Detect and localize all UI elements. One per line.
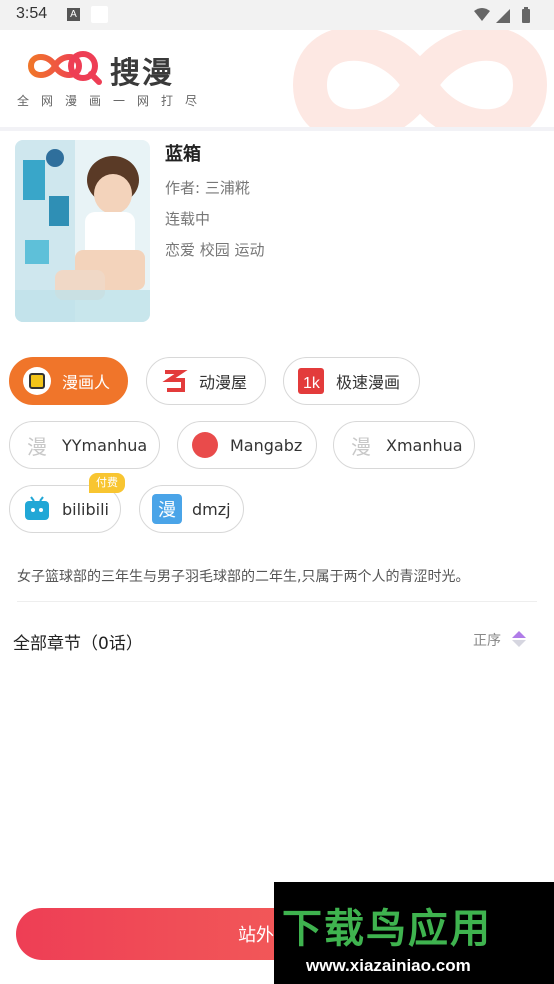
watermark-url: www.xiazainiao.com <box>306 956 471 975</box>
notification-icon: A <box>67 8 80 21</box>
bilibili-icon <box>22 494 52 524</box>
source-dongmanwu[interactable]: 动漫屋 <box>146 357 266 405</box>
comic-tags: 恋爱 校园 运动 <box>165 241 265 259</box>
source-label: Mangabz <box>230 435 303 455</box>
source-mangabz[interactable]: Mangabz <box>177 421 317 469</box>
comic-author: 作者: 三浦糀 <box>165 179 250 197</box>
source-label: 极速漫画 <box>336 373 401 392</box>
chapters-title: 全部章节（0话） <box>13 634 143 654</box>
app-name: 搜漫 <box>110 56 174 91</box>
manhua-char-icon: 漫 <box>27 434 47 459</box>
watermark-text: 下载鸟应用 <box>282 906 492 952</box>
watermark: 下载鸟应用 www.xiazainiao.com <box>274 882 554 984</box>
external-read-label: 站外 <box>238 925 274 946</box>
system-status-icons <box>474 7 530 23</box>
status-time: 3:54 <box>16 5 48 22</box>
source-jisu[interactable]: 1k 极速漫画 <box>283 357 420 405</box>
source-manhuaren[interactable]: 漫画人 <box>9 357 128 405</box>
dmzj-icon: 漫 <box>152 494 182 524</box>
notification-square-icon <box>91 6 108 23</box>
status-bar: 3:54 A <box>0 0 554 30</box>
paid-badge: 付费 <box>89 473 125 493</box>
source-yymanhua[interactable]: 漫 YYmanhua <box>9 421 160 469</box>
comic-status: 连载中 <box>165 210 211 228</box>
comic-title: 蓝箱 <box>165 144 201 165</box>
battery-icon <box>522 9 530 23</box>
comic-description: 女子篮球部的三年生与男子羽毛球部的二年生,只属于两个人的青涩时光。 <box>17 569 470 585</box>
manhua-char-icon: 漫 <box>351 434 371 459</box>
sort-order-label[interactable]: 正序 <box>473 630 501 650</box>
logo-icon <box>27 51 102 85</box>
manhuaren-icon <box>22 366 52 396</box>
svg-text:1k: 1k <box>303 375 321 392</box>
app-slogan: 全网漫画一网打尽 <box>17 94 210 108</box>
cover-image <box>15 140 150 322</box>
source-label: bilibili <box>62 499 109 519</box>
source-label: dmzj <box>192 499 231 519</box>
source-xmanhua[interactable]: 漫 Xmanhua <box>333 421 475 469</box>
dmzj-icon-char: 漫 <box>158 500 176 521</box>
sort-icon[interactable] <box>511 630 527 648</box>
source-dmzj[interactable]: 漫 dmzj <box>139 485 244 533</box>
app-header: 搜漫 全网漫画一网打尽 <box>0 30 554 131</box>
source-label: YYmanhua <box>62 435 148 455</box>
source-label: 动漫屋 <box>199 373 248 392</box>
dongmanwu-icon <box>159 366 189 396</box>
source-label: 漫画人 <box>62 373 111 392</box>
source-label: Xmanhua <box>386 435 463 455</box>
mangabz-icon <box>190 430 220 460</box>
divider <box>17 601 537 602</box>
signal-icon <box>496 9 510 23</box>
background-infinity-icon <box>292 30 548 127</box>
comic-cover[interactable] <box>15 140 150 322</box>
jisu-icon: 1k <box>296 366 326 396</box>
wifi-icon <box>474 8 490 21</box>
